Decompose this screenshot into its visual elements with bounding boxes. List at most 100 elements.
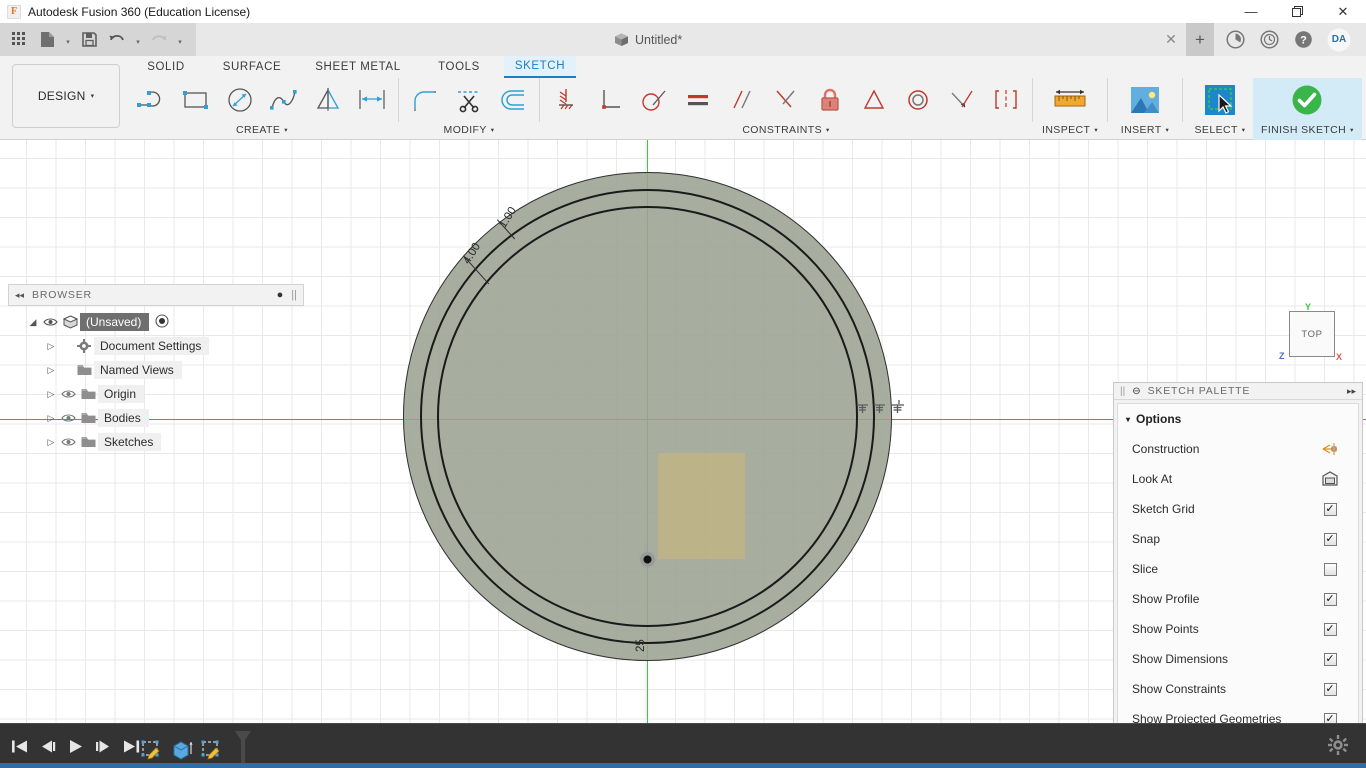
save-icon[interactable] (76, 27, 102, 53)
concentric-constraint[interactable] (896, 78, 940, 122)
horizontal-vertical-constraint[interactable] (764, 78, 808, 122)
step-forward-button[interactable] (90, 732, 116, 760)
show-constraints-checkbox[interactable]: ✓ (1323, 682, 1337, 696)
panel-finish-sketch-label[interactable]: FINISH SKETCH ▾ (1261, 122, 1354, 138)
panel-constraints-label[interactable]: CONSTRAINTS ▾ (742, 122, 829, 138)
redo-caret-icon[interactable]: ▾ (174, 27, 186, 53)
option-slice[interactable]: Slice (1118, 554, 1358, 584)
redo-icon[interactable] (146, 27, 172, 53)
equal-constraint[interactable] (676, 78, 720, 122)
tab-surface[interactable]: SURFACE (202, 57, 302, 77)
tree-item-bodies[interactable]: ▷ Bodies (8, 406, 304, 430)
line-tool[interactable] (130, 78, 174, 122)
panel-finish-sketch[interactable]: FINISH SKETCH ▾ (1253, 78, 1362, 140)
maximize-button[interactable] (1274, 0, 1320, 23)
view-cube-face-top[interactable]: TOP (1289, 311, 1335, 357)
show-profile-checkbox[interactable]: ✓ (1323, 592, 1337, 606)
look-at-icon[interactable] (1302, 471, 1358, 487)
extrude-feature[interactable] (170, 739, 193, 763)
avatar[interactable]: DA (1322, 23, 1356, 56)
construction-icon[interactable] (1302, 442, 1358, 456)
panel-inspect-label[interactable]: INSPECT ▾ (1042, 122, 1098, 138)
undo-icon[interactable] (104, 27, 130, 53)
finish-sketch-button[interactable] (1274, 78, 1340, 122)
option-show-profile[interactable]: Show Profile ✓ (1118, 584, 1358, 614)
midpoint-constraint[interactable] (940, 78, 984, 122)
sketch-origin-point[interactable] (639, 551, 656, 568)
job-status-icon[interactable] (1218, 23, 1252, 56)
visibility-eye-icon[interactable] (58, 413, 78, 423)
tree-item-named-views[interactable]: ▷ Named Views (8, 358, 304, 382)
workspace-selector[interactable]: DESIGN ▾ (12, 64, 120, 128)
offset-tool[interactable] (491, 78, 535, 122)
document-tab[interactable]: Untitled* (600, 23, 697, 56)
select-tool[interactable] (1187, 78, 1253, 122)
option-show-projected-geometries[interactable]: Show Projected Geometries ✓ (1118, 704, 1358, 723)
options-section-header[interactable]: ▾ Options (1118, 412, 1358, 434)
go-to-beginning-button[interactable] (6, 732, 32, 760)
tangent-constraint[interactable] (632, 78, 676, 122)
dimension-3[interactable]: 25 (635, 639, 647, 652)
option-sketch-grid[interactable]: Sketch Grid ✓ (1118, 494, 1358, 524)
fix-unfix-constraint[interactable] (544, 78, 588, 122)
tab-solid[interactable]: SOLID (130, 57, 202, 77)
tab-sketch[interactable]: SKETCH (504, 56, 576, 78)
panel-modify-label[interactable]: MODIFY ▾ (444, 122, 495, 138)
tab-sheet-metal[interactable]: SHEET METAL (302, 57, 414, 77)
snap-checkbox[interactable]: ✓ (1323, 532, 1337, 546)
mirror-tool[interactable] (306, 78, 350, 122)
gear-icon[interactable] (1328, 735, 1348, 755)
option-snap[interactable]: Snap ✓ (1118, 524, 1358, 554)
show-points-checkbox[interactable]: ✓ (1323, 622, 1337, 636)
perpendicular-constraint[interactable] (588, 78, 632, 122)
circle-tool[interactable] (218, 78, 262, 122)
sketch-grid-checkbox[interactable]: ✓ (1323, 502, 1337, 516)
activate-component-radio[interactable] (155, 313, 169, 331)
document-tab-close-icon[interactable]: ✕ (1160, 29, 1182, 50)
panel-select-label[interactable]: SELECT ▾ (1195, 122, 1246, 138)
tree-item-sketches[interactable]: ▷ Sketches (8, 430, 304, 454)
visibility-eye-icon[interactable] (58, 389, 78, 399)
tangent-constraint-glyph[interactable] (889, 399, 904, 414)
tangent-constraint-glyph[interactable] (872, 402, 887, 417)
option-construction[interactable]: Construction (1118, 434, 1358, 464)
tangent-constraint-glyph[interactable] (855, 402, 870, 417)
show-projected-geometries-checkbox[interactable]: ✓ (1323, 712, 1337, 723)
expand-arrow-icon[interactable]: ▷ (44, 341, 58, 352)
step-back-button[interactable] (34, 732, 60, 760)
apps-grid-icon[interactable] (6, 27, 32, 53)
collinear-constraint[interactable] (852, 78, 896, 122)
lock-constraint[interactable] (808, 78, 852, 122)
timeline-scrollbar[interactable] (0, 763, 1366, 768)
new-tab-button[interactable]: + (1186, 23, 1214, 56)
palette-grip-icon[interactable]: || (1120, 386, 1125, 397)
palette-minimize-icon[interactable]: ⊖ (1132, 386, 1140, 397)
expand-arrow-icon[interactable]: ▷ (44, 413, 58, 424)
recent-clock-icon[interactable] (1252, 23, 1286, 56)
tab-tools[interactable]: TOOLS (414, 57, 504, 77)
new-document-icon[interactable] (34, 27, 60, 53)
fillet-tool[interactable] (403, 78, 447, 122)
visibility-eye-icon[interactable] (58, 437, 78, 447)
browser-grip-icon[interactable]: || (291, 289, 297, 301)
panel-create-label[interactable]: CREATE ▾ (236, 122, 288, 138)
symmetry-constraint[interactable] (984, 78, 1028, 122)
visibility-eye-icon[interactable] (40, 317, 60, 327)
option-show-constraints[interactable]: Show Constraints ✓ (1118, 674, 1358, 704)
palette-expand-icon[interactable]: ▸▸ (1347, 386, 1356, 397)
slice-checkbox[interactable] (1323, 562, 1337, 576)
collapse-browser-icon[interactable]: ◂◂ (15, 290, 24, 301)
measure-tool[interactable] (1037, 78, 1103, 122)
rectangle-tool[interactable] (174, 78, 218, 122)
expand-arrow-icon[interactable]: ▷ (44, 389, 58, 400)
view-cube[interactable]: TOP Y Z X (1279, 302, 1343, 363)
tree-item-document-settings[interactable]: ▷ Document Settings (8, 334, 304, 358)
sketch-feature-1[interactable] (140, 739, 162, 763)
spline-tool[interactable] (262, 78, 306, 122)
expand-arrow-icon[interactable]: ◢ (26, 317, 40, 328)
tree-item-origin[interactable]: ▷ Origin (8, 382, 304, 406)
expand-arrow-icon[interactable]: ▷ (44, 437, 58, 448)
show-dimensions-checkbox[interactable]: ✓ (1323, 652, 1337, 666)
insert-image[interactable] (1112, 78, 1178, 122)
play-button[interactable] (62, 732, 88, 760)
